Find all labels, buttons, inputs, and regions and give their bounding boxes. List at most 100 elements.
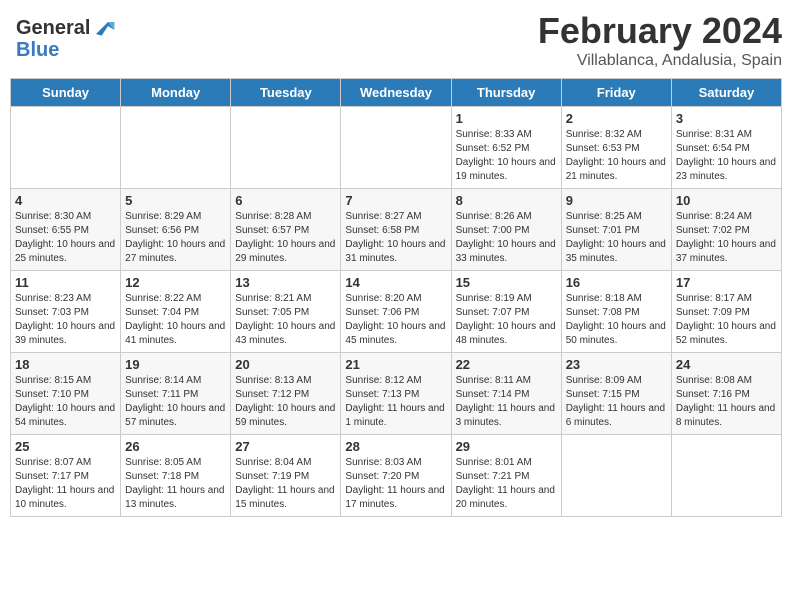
day-number: 7	[345, 193, 446, 208]
calendar-cell	[231, 107, 341, 189]
day-number: 22	[456, 357, 557, 372]
calendar-cell	[121, 107, 231, 189]
logo-general: General	[16, 18, 90, 38]
day-info: Sunrise: 8:07 AM Sunset: 7:17 PM Dayligh…	[15, 456, 116, 512]
logo-blue: Blue	[16, 39, 59, 61]
title-section: February 2024 Villablanca, Andalusia, Sp…	[538, 10, 782, 70]
day-number: 28	[345, 439, 446, 454]
day-info: Sunrise: 8:19 AM Sunset: 7:07 PM Dayligh…	[456, 292, 557, 348]
day-info: Sunrise: 8:15 AM Sunset: 7:10 PM Dayligh…	[15, 374, 116, 430]
day-info: Sunrise: 8:21 AM Sunset: 7:05 PM Dayligh…	[235, 292, 336, 348]
calendar-cell: 2Sunrise: 8:32 AM Sunset: 6:53 PM Daylig…	[561, 107, 671, 189]
calendar-subtitle: Villablanca, Andalusia, Spain	[538, 52, 782, 70]
calendar-cell: 13 Sunrise: 8:21 AM Sunset: 7:05 PM Dayli…	[231, 271, 341, 353]
calendar-cell	[341, 107, 451, 189]
calendar-cell: 16 Sunrise: 8:18 AM Sunset: 7:08 PM Dayli…	[561, 271, 671, 353]
day-info: Sunrise: 8:12 AM Sunset: 7:13 PM Dayligh…	[345, 374, 446, 430]
week-row-3: 11Sunrise: 8:23 AM Sunset: 7:03 PM Dayli…	[11, 271, 782, 353]
days-header-row: Sunday Monday Tuesday Wednesday Thursday…	[11, 79, 782, 107]
day-number: 23	[566, 357, 667, 372]
day-info: Sunrise: 8:22 AM Sunset: 7:04 PM Dayligh…	[125, 292, 226, 348]
header-wednesday: Wednesday	[341, 79, 451, 107]
logo-icon	[92, 16, 116, 40]
day-number: 4	[15, 193, 116, 208]
day-number: 1	[456, 111, 557, 126]
calendar-cell: 9 Sunrise: 8:25 AM Sunset: 7:01 PM Daylig…	[561, 189, 671, 271]
calendar-cell: 8Sunrise: 8:26 AM Sunset: 7:00 PM Daylig…	[451, 189, 561, 271]
calendar-cell: 29 Sunrise: 8:01 AM Sunset: 7:21 PM Dayli…	[451, 435, 561, 517]
day-info: Sunrise: 8:14 AM Sunset: 7:11 PM Dayligh…	[125, 374, 226, 430]
day-number: 20	[235, 357, 336, 372]
day-info: Sunrise: 8:04 AM Sunset: 7:19 PM Dayligh…	[235, 456, 336, 512]
day-info: Sunrise: 8:11 AM Sunset: 7:14 PM Dayligh…	[456, 374, 557, 430]
day-number: 11	[15, 275, 116, 290]
calendar-cell: 26 Sunrise: 8:05 AM Sunset: 7:18 PM Dayli…	[121, 435, 231, 517]
day-info: Sunrise: 8:25 AM Sunset: 7:01 PM Dayligh…	[566, 210, 667, 266]
day-number: 17	[676, 275, 777, 290]
header-sunday: Sunday	[11, 79, 121, 107]
day-info: Sunrise: 8:30 AM Sunset: 6:55 PM Dayligh…	[15, 210, 116, 266]
header-friday: Friday	[561, 79, 671, 107]
day-info: Sunrise: 8:20 AM Sunset: 7:06 PM Dayligh…	[345, 292, 446, 348]
calendar-cell: 3 Sunrise: 8:31 AM Sunset: 6:54 PM Daylig…	[671, 107, 781, 189]
calendar-cell: 12 Sunrise: 8:22 AM Sunset: 7:04 PM Dayli…	[121, 271, 231, 353]
day-number: 25	[15, 439, 116, 454]
day-number: 16	[566, 275, 667, 290]
calendar-cell: 7 Sunrise: 8:27 AM Sunset: 6:58 PM Daylig…	[341, 189, 451, 271]
calendar-cell: 4 Sunrise: 8:30 AM Sunset: 6:55 PM Daylig…	[11, 189, 121, 271]
calendar-cell: 10Sunrise: 8:24 AM Sunset: 7:02 PM Dayli…	[671, 189, 781, 271]
day-number: 13	[235, 275, 336, 290]
day-info: Sunrise: 8:17 AM Sunset: 7:09 PM Dayligh…	[676, 292, 777, 348]
week-row-1: 1 Sunrise: 8:33 AM Sunset: 6:52 PM Daylig…	[11, 107, 782, 189]
calendar-cell: 1 Sunrise: 8:33 AM Sunset: 6:52 PM Daylig…	[451, 107, 561, 189]
calendar-cell: 17 Sunrise: 8:17 AM Sunset: 7:09 PM Dayli…	[671, 271, 781, 353]
day-info: Sunrise: 8:01 AM Sunset: 7:21 PM Dayligh…	[456, 456, 557, 512]
day-number: 15	[456, 275, 557, 290]
day-info: Sunrise: 8:13 AM Sunset: 7:12 PM Dayligh…	[235, 374, 336, 430]
week-row-2: 4 Sunrise: 8:30 AM Sunset: 6:55 PM Daylig…	[11, 189, 782, 271]
day-number: 12	[125, 275, 226, 290]
day-info: Sunrise: 8:26 AM Sunset: 7:00 PM Dayligh…	[456, 210, 557, 266]
day-info: Sunrise: 8:29 AM Sunset: 6:56 PM Dayligh…	[125, 210, 226, 266]
calendar-cell	[561, 435, 671, 517]
calendar-cell: 27Sunrise: 8:04 AM Sunset: 7:19 PM Dayli…	[231, 435, 341, 517]
day-info: Sunrise: 8:33 AM Sunset: 6:52 PM Dayligh…	[456, 128, 557, 184]
day-info: Sunrise: 8:18 AM Sunset: 7:08 PM Dayligh…	[566, 292, 667, 348]
header: General Blue February 2024 Villablanca, …	[10, 10, 782, 70]
calendar-cell: 15 Sunrise: 8:19 AM Sunset: 7:07 PM Dayli…	[451, 271, 561, 353]
calendar-cell	[671, 435, 781, 517]
day-number: 9	[566, 193, 667, 208]
day-info: Sunrise: 8:03 AM Sunset: 7:20 PM Dayligh…	[345, 456, 446, 512]
calendar-cell: 24 Sunrise: 8:08 AM Sunset: 7:16 PM Dayli…	[671, 353, 781, 435]
day-number: 2	[566, 111, 667, 126]
calendar-cell: 14 Sunrise: 8:20 AM Sunset: 7:06 PM Dayli…	[341, 271, 451, 353]
day-number: 29	[456, 439, 557, 454]
header-tuesday: Tuesday	[231, 79, 341, 107]
calendar-cell: 22 Sunrise: 8:11 AM Sunset: 7:14 PM Dayli…	[451, 353, 561, 435]
calendar-cell: 6Sunrise: 8:28 AM Sunset: 6:57 PM Daylig…	[231, 189, 341, 271]
day-info: Sunrise: 8:08 AM Sunset: 7:16 PM Dayligh…	[676, 374, 777, 430]
calendar-cell: 23 Sunrise: 8:09 AM Sunset: 7:15 PM Dayli…	[561, 353, 671, 435]
calendar-cell: 5 Sunrise: 8:29 AM Sunset: 6:56 PM Daylig…	[121, 189, 231, 271]
calendar-table: Sunday Monday Tuesday Wednesday Thursday…	[10, 78, 782, 517]
day-info: Sunrise: 8:28 AM Sunset: 6:57 PM Dayligh…	[235, 210, 336, 266]
calendar-cell: 19Sunrise: 8:14 AM Sunset: 7:11 PM Dayli…	[121, 353, 231, 435]
calendar-cell: 21 Sunrise: 8:12 AM Sunset: 7:13 PM Dayli…	[341, 353, 451, 435]
day-info: Sunrise: 8:09 AM Sunset: 7:15 PM Dayligh…	[566, 374, 667, 430]
week-row-5: 25 Sunrise: 8:07 AM Sunset: 7:17 PM Dayli…	[11, 435, 782, 517]
header-thursday: Thursday	[451, 79, 561, 107]
day-number: 21	[345, 357, 446, 372]
day-number: 24	[676, 357, 777, 372]
day-info: Sunrise: 8:24 AM Sunset: 7:02 PM Dayligh…	[676, 210, 777, 266]
calendar-cell: 20 Sunrise: 8:13 AM Sunset: 7:12 PM Dayli…	[231, 353, 341, 435]
day-number: 14	[345, 275, 446, 290]
day-number: 26	[125, 439, 226, 454]
header-monday: Monday	[121, 79, 231, 107]
logo: General Blue	[10, 10, 122, 67]
week-row-4: 18Sunrise: 8:15 AM Sunset: 7:10 PM Dayli…	[11, 353, 782, 435]
day-number: 5	[125, 193, 226, 208]
day-info: Sunrise: 8:27 AM Sunset: 6:58 PM Dayligh…	[345, 210, 446, 266]
day-info: Sunrise: 8:31 AM Sunset: 6:54 PM Dayligh…	[676, 128, 777, 184]
day-info: Sunrise: 8:05 AM Sunset: 7:18 PM Dayligh…	[125, 456, 226, 512]
day-number: 3	[676, 111, 777, 126]
